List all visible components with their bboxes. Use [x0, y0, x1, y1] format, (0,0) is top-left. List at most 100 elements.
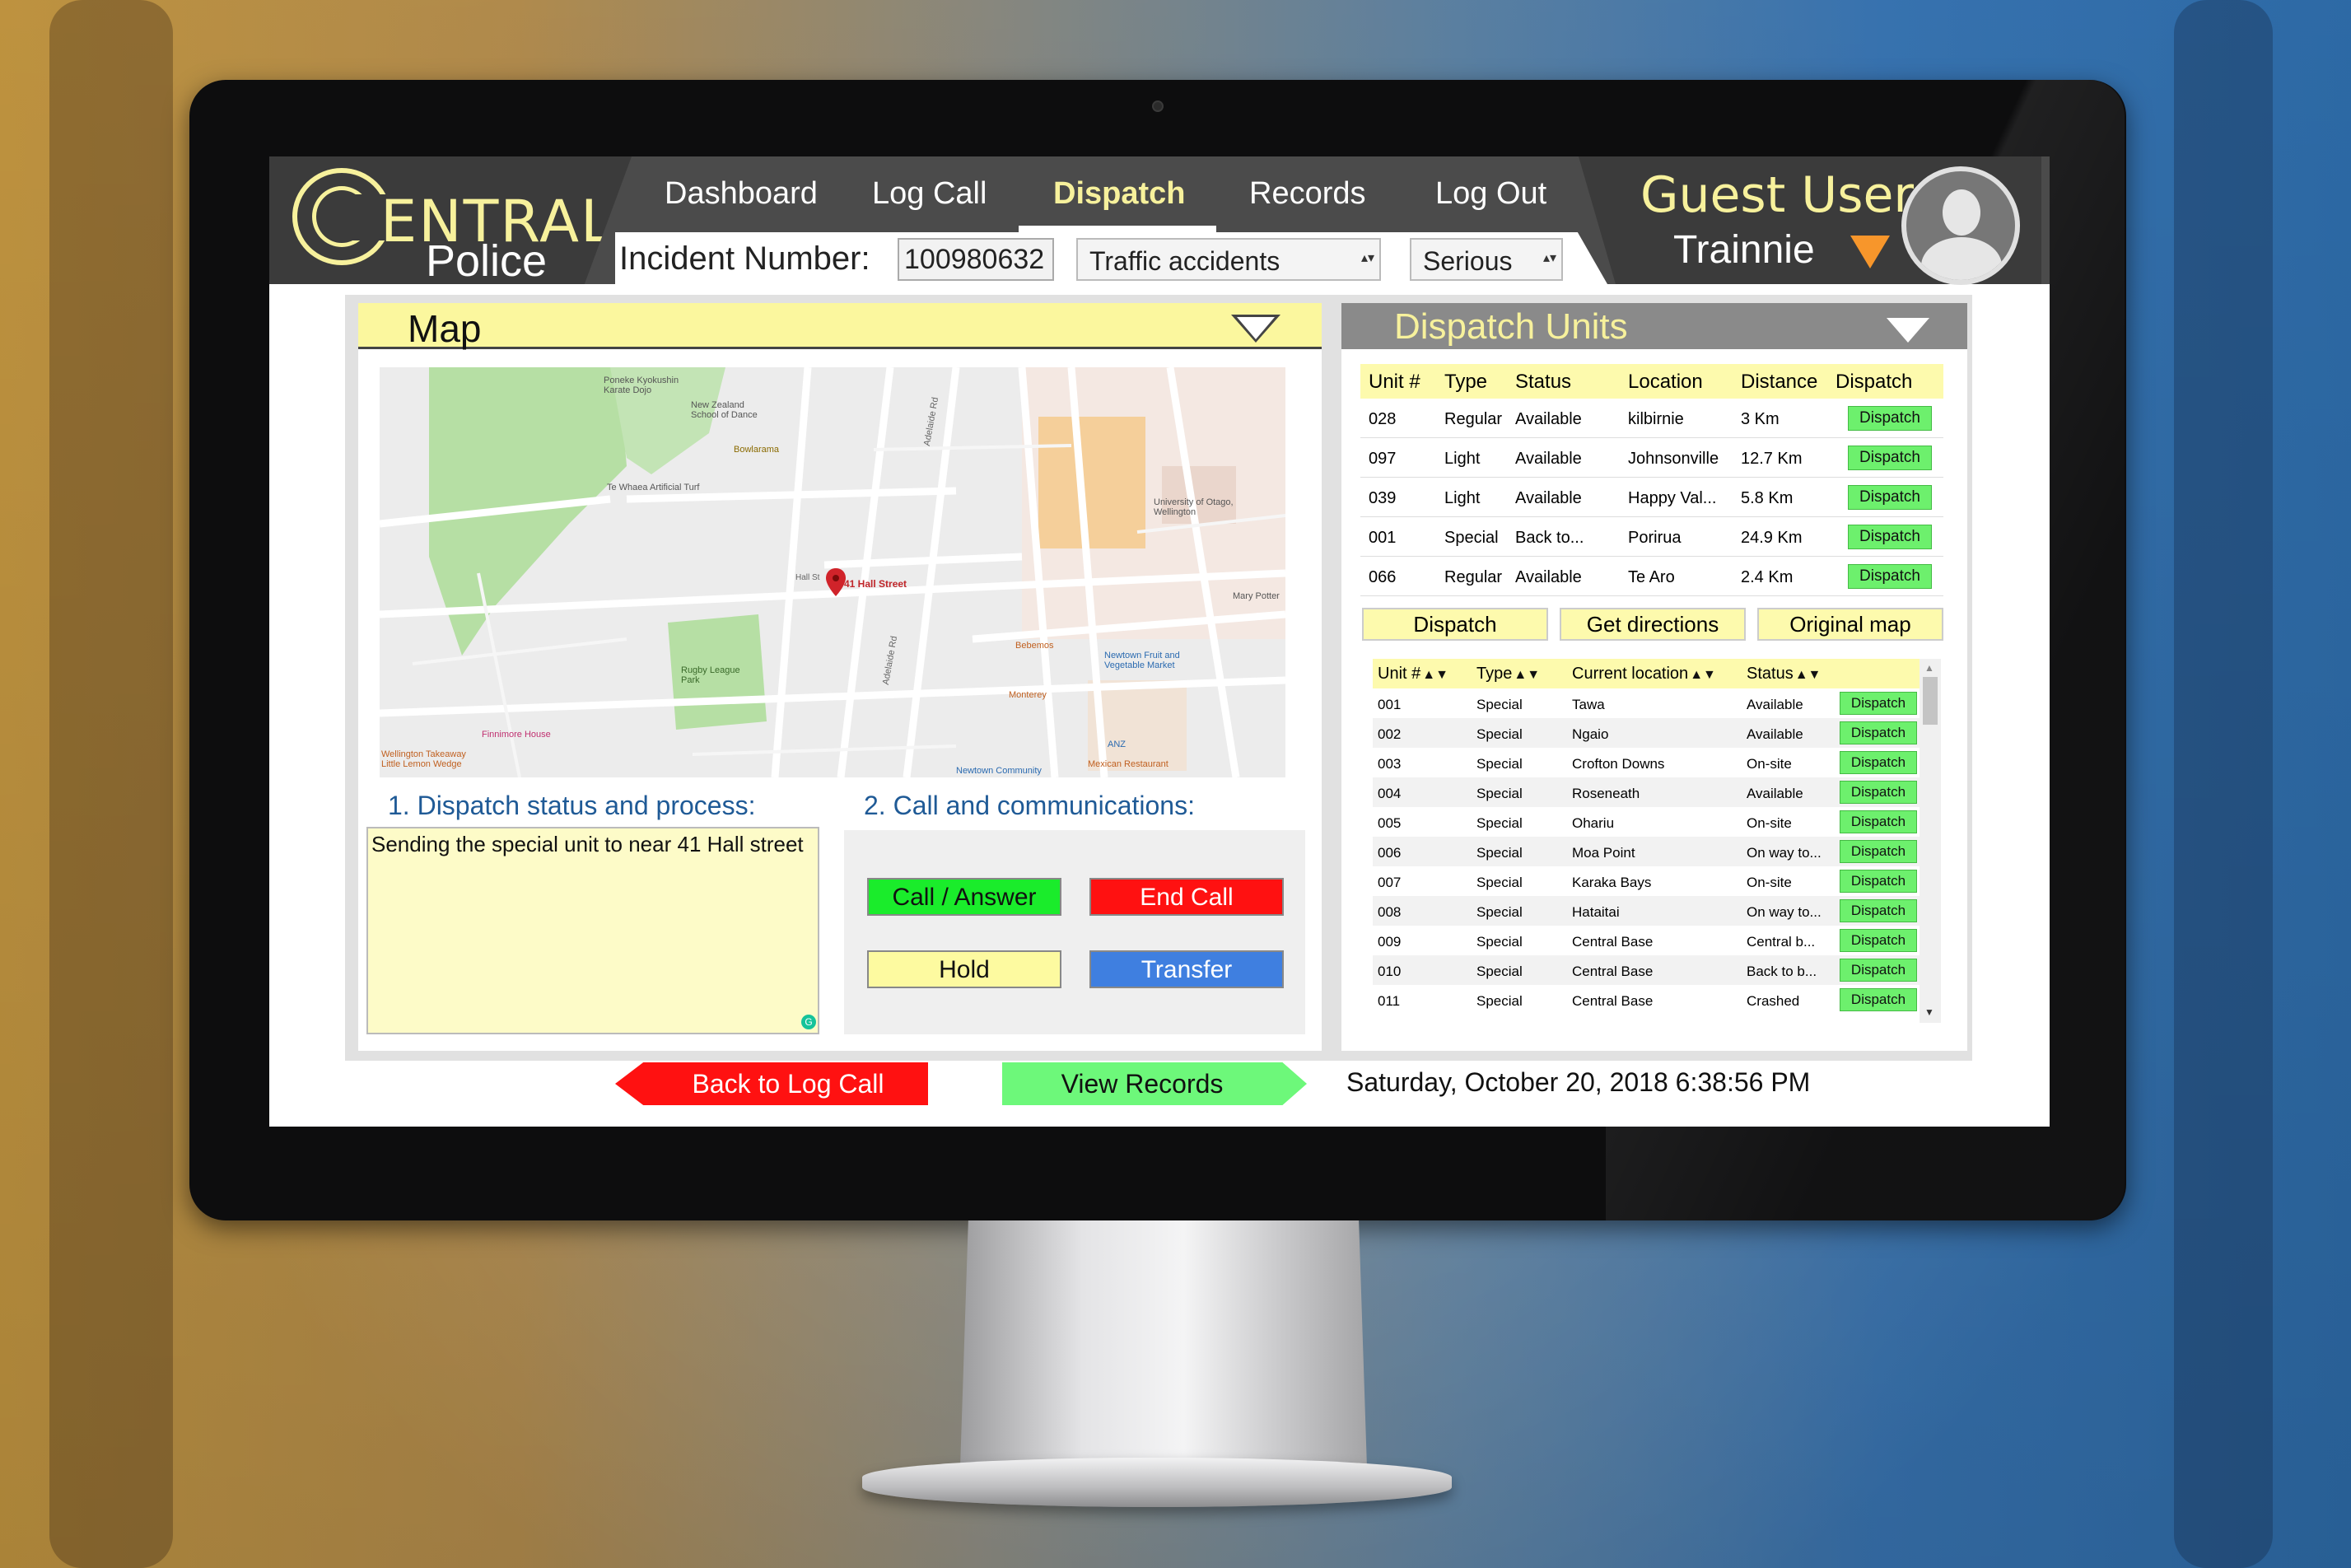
- user-name: Guest User: [1640, 166, 1915, 224]
- table-cell: Available: [1515, 410, 1582, 428]
- table-cell: Special: [1476, 934, 1523, 950]
- table-cell: 12.7 Km: [1741, 450, 1803, 468]
- units-scroll-thumb[interactable]: [1923, 677, 1938, 725]
- table-cell: Te Aro: [1628, 568, 1675, 586]
- avatar[interactable]: [1901, 166, 2020, 285]
- incident-number-field[interactable]: [898, 238, 1054, 281]
- dispatch-unit-button[interactable]: Dispatch: [1840, 840, 1917, 863]
- sort-icon[interactable]: ▲▼: [1795, 668, 1822, 683]
- table-cell: Light: [1444, 489, 1481, 507]
- sort-icon[interactable]: ▲▼: [1690, 668, 1716, 683]
- table-cell: Special: [1476, 875, 1523, 890]
- table-cell: Ohariu: [1572, 815, 1615, 831]
- nav-active-indicator: [1019, 226, 1216, 232]
- user-menu-caret-icon[interactable]: [1850, 236, 1890, 268]
- map-label: 41 Hall Street: [844, 578, 907, 590]
- dispatch-unit-button[interactable]: Dispatch: [1840, 988, 1917, 1011]
- table-cell: Hataitai: [1572, 904, 1620, 920]
- table-cell: Special: [1476, 697, 1523, 712]
- map-label: Mary Potter: [1233, 591, 1280, 601]
- table-cell: Special: [1476, 756, 1523, 772]
- dispatch-unit-button[interactable]: Dispatch: [1848, 406, 1932, 431]
- dispatch-status-field[interactable]: Sending the special unit to near 41 Hall…: [366, 827, 819, 1034]
- background-tree: [49, 0, 173, 1568]
- table-row: 008 Special Hataitai On way to... Dispatch: [1373, 896, 1941, 926]
- call-answer-button[interactable]: Call / Answer: [867, 878, 1061, 916]
- nav-log-out[interactable]: Log Out: [1435, 176, 1546, 212]
- dispatch-unit-button[interactable]: Dispatch: [1840, 751, 1917, 774]
- dispatch-button[interactable]: Dispatch: [1362, 608, 1548, 641]
- dispatch-unit-button[interactable]: Dispatch: [1840, 959, 1917, 982]
- nav-dispatch[interactable]: Dispatch: [1053, 176, 1185, 212]
- monitor-stand: [960, 1220, 1367, 1468]
- hold-button[interactable]: Hold: [867, 950, 1061, 988]
- table-cell: Special: [1476, 845, 1523, 861]
- dispatch-unit-button[interactable]: Dispatch: [1840, 899, 1917, 922]
- view-records-button[interactable]: View Records: [1002, 1062, 1307, 1105]
- monitor-base: [862, 1458, 1452, 1507]
- table-row: 005 Special Ohariu On-site Dispatch: [1373, 807, 1941, 837]
- severity-select[interactable]: Serious ▴▾: [1410, 238, 1563, 281]
- table-cell: 039: [1369, 489, 1397, 507]
- table-header: Unit # ▲▼ Type ▲▼ Current location ▲▼ Statu…: [1373, 659, 1941, 688]
- table-cell: Central b...: [1747, 934, 1816, 950]
- table-row: 007 Special Karaka Bays On-site Dispatch: [1373, 866, 1941, 896]
- map-view[interactable]: Poneke Kyokushin Karate Dojo New Zealand…: [380, 367, 1285, 777]
- table-cell: 003: [1378, 756, 1402, 772]
- map-label: Poneke Kyokushin Karate Dojo: [604, 376, 679, 395]
- dispatch-unit-button[interactable]: Dispatch: [1840, 870, 1917, 893]
- table-cell: 007: [1378, 875, 1402, 890]
- incident-type-select[interactable]: Traffic accidents ▴▾: [1076, 238, 1381, 281]
- dispatch-unit-button[interactable]: Dispatch: [1848, 446, 1932, 470]
- location-pin-icon[interactable]: [826, 568, 846, 596]
- scroll-up-icon[interactable]: ▲: [1924, 662, 1934, 674]
- table-row: 004 Special Roseneath Available Dispatch: [1373, 777, 1941, 807]
- map-label: Wellington Takeaway Little Lemon Wedge: [381, 749, 466, 769]
- table-cell: Special: [1476, 726, 1523, 742]
- map-title: Map: [408, 307, 482, 350]
- table-cell: Central Base: [1572, 993, 1654, 1009]
- nav-dashboard[interactable]: Dashboard: [665, 176, 818, 212]
- table-cell: Available: [1747, 697, 1803, 712]
- dispatch-unit-button[interactable]: Dispatch: [1840, 721, 1917, 744]
- back-to-log-call-button[interactable]: Back to Log Call: [615, 1062, 928, 1105]
- sort-icon[interactable]: ▲▼: [1422, 668, 1448, 683]
- nav-records[interactable]: Records: [1249, 176, 1366, 212]
- nav-log-call[interactable]: Log Call: [872, 176, 987, 212]
- map-label: Finnimore House: [482, 730, 551, 740]
- table-cell: Happy Val...: [1628, 489, 1717, 507]
- table-cell: Johnsonville: [1628, 450, 1719, 468]
- sort-icon[interactable]: ▲▼: [1514, 668, 1540, 683]
- dispatch-unit-button[interactable]: Dispatch: [1840, 781, 1917, 804]
- original-map-button[interactable]: Original map: [1757, 608, 1943, 641]
- end-call-button[interactable]: End Call: [1089, 878, 1284, 916]
- table-cell: Special: [1476, 993, 1523, 1009]
- column-header: Distance: [1741, 371, 1818, 393]
- transfer-button[interactable]: Transfer: [1089, 950, 1284, 988]
- dispatch-unit-button[interactable]: Dispatch: [1840, 692, 1917, 715]
- table-row: 009 Special Central Base Central b... Dispat…: [1373, 926, 1941, 955]
- dispatch-unit-button[interactable]: Dispatch: [1840, 810, 1917, 833]
- dispatch-unit-button[interactable]: Dispatch: [1848, 564, 1932, 589]
- table-cell: Central Base: [1572, 934, 1654, 950]
- table-row: 010 Special Central Base Back to b... Dispat…: [1373, 955, 1941, 985]
- dispatch-unit-button[interactable]: Dispatch: [1848, 485, 1932, 510]
- get-directions-button[interactable]: Get directions: [1560, 608, 1746, 641]
- table-cell: 006: [1378, 845, 1402, 861]
- dispatch-unit-button[interactable]: Dispatch: [1848, 525, 1932, 549]
- table-cell: Special: [1476, 904, 1523, 920]
- table-row: 003 Special Crofton Downs On-site Dispatch: [1373, 748, 1941, 777]
- table-cell: Special: [1476, 786, 1523, 801]
- table-cell: 3 Km: [1741, 410, 1780, 428]
- table-row: 011 Special Central Base Crashed Dispatch: [1373, 985, 1941, 1015]
- table-cell: Special: [1444, 529, 1499, 547]
- nearby-units-table: Unit # Type Status Location Distance Dis…: [1360, 364, 1943, 399]
- table-cell: On way to...: [1747, 904, 1822, 920]
- user-role: Trainnie: [1673, 228, 1815, 272]
- scroll-down-icon[interactable]: ▼: [1924, 1006, 1934, 1018]
- dispatch-units-collapse-icon[interactable]: [1887, 318, 1929, 343]
- dispatch-unit-button[interactable]: Dispatch: [1840, 929, 1917, 952]
- table-cell: 066: [1369, 568, 1397, 586]
- severity-value: Serious: [1423, 246, 1513, 276]
- map-label: University of Otago, Wellington: [1154, 497, 1234, 517]
